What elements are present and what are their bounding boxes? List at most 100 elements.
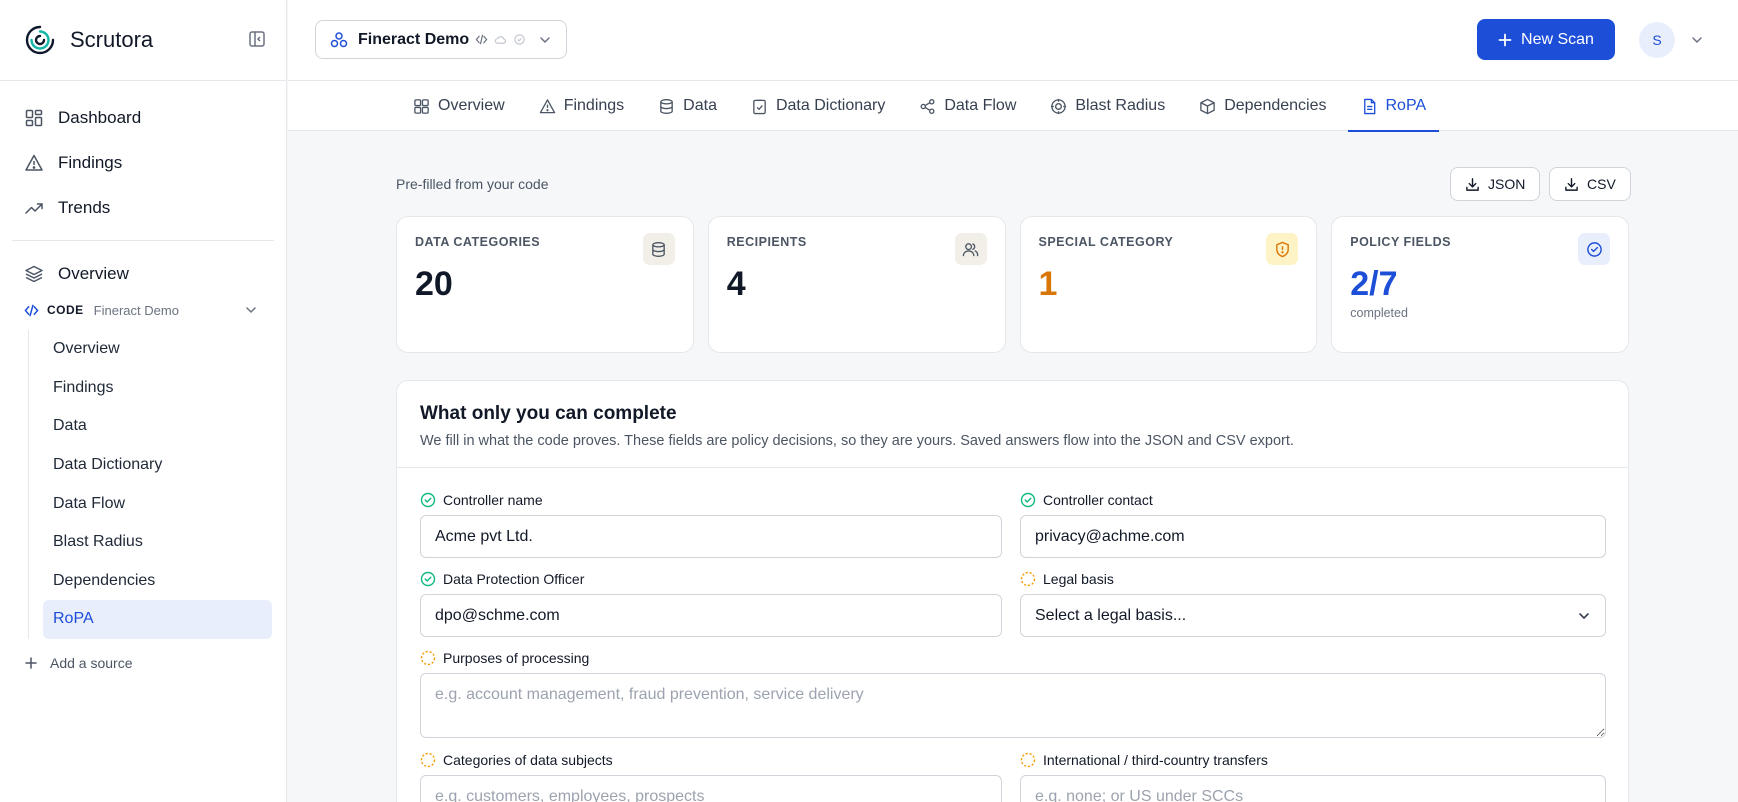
export-csv-label: CSV: [1587, 176, 1616, 192]
warning-icon: [25, 154, 43, 171]
stat-value: 4: [726, 265, 746, 303]
tab-label: Data Dictionary: [775, 97, 886, 114]
field-label: Purposes of processing: [420, 649, 1606, 667]
plus-icon: [1498, 33, 1512, 46]
nav-item-findings[interactable]: Findings: [12, 140, 274, 185]
stat-label: POLICY FIELDS: [1350, 235, 1451, 249]
sub-item-data-flow[interactable]: Data Flow: [43, 484, 272, 523]
add-source-button[interactable]: Add a source: [0, 645, 286, 681]
sub-item-label: Data Flow: [53, 494, 126, 512]
clipboard-check-icon: [753, 99, 766, 114]
legal-basis-select[interactable]: Select a legal basis...: [1020, 594, 1606, 637]
check-circle-icon: [420, 492, 436, 508]
stat-value: 2/7: [1350, 265, 1398, 303]
target-icon: [1051, 98, 1067, 114]
sub-item-data-dictionary[interactable]: Data Dictionary: [43, 446, 272, 485]
stat-label: RECIPIENTS: [726, 235, 807, 249]
controller-name-input[interactable]: [420, 515, 1002, 558]
primary-nav: Dashboard Findings Trends: [0, 81, 286, 230]
tab-ropa[interactable]: RoPA: [1347, 81, 1440, 132]
stat-icon-box: [642, 233, 675, 265]
tab-data-flow[interactable]: Data Flow: [906, 81, 1029, 131]
document-icon: [1363, 98, 1375, 114]
sub-item-label: Data Dictionary: [53, 456, 163, 474]
pending-circle-icon: [1020, 752, 1036, 768]
field-label: Data Protection Officer: [420, 570, 1002, 588]
tab-dependencies[interactable]: Dependencies: [1186, 81, 1339, 131]
download-icon: [1466, 177, 1479, 191]
sub-item-label: RoPA: [53, 610, 94, 628]
check-circle-icon: [1020, 492, 1036, 508]
tab-blast-radius[interactable]: Blast Radius: [1037, 81, 1178, 131]
prefill-note: Pre-filled from your code: [396, 176, 549, 192]
chevron-down-icon[interactable]: [1690, 33, 1704, 47]
field-label: Categories of data subjects: [420, 751, 1002, 769]
sub-item-findings[interactable]: Findings: [43, 369, 272, 408]
dpo-input[interactable]: [420, 594, 1002, 637]
project-selector[interactable]: Fineract Demo: [315, 20, 568, 59]
field-transfers: International / third-country transfers: [1020, 751, 1606, 802]
sidebar: Scrutora Dashboard Findings Trends Overv…: [0, 0, 287, 802]
code-sub-nav: Overview Findings Data Data Dictionary D…: [28, 330, 272, 639]
sub-item-label: Data: [53, 417, 87, 435]
stat-card-special-category: SPECIAL CATEGORY 1: [1019, 216, 1318, 353]
sub-item-ropa[interactable]: RoPA: [43, 600, 272, 639]
new-scan-button[interactable]: New Scan: [1477, 19, 1615, 60]
field-purposes: Purposes of processing: [420, 649, 1606, 738]
sub-item-label: Dependencies: [53, 571, 156, 589]
shield-icon: [514, 34, 525, 45]
chevron-down-icon: [1579, 613, 1589, 620]
tab-label: Overview: [438, 97, 505, 114]
brand-name: Scrutora: [70, 27, 154, 52]
grid-icon: [414, 98, 429, 114]
field-controller-contact: Controller contact: [1020, 491, 1606, 558]
sub-item-dependencies[interactable]: Dependencies: [43, 562, 272, 601]
brand: Scrutora: [0, 0, 286, 81]
download-icon: [1565, 177, 1578, 191]
field-label: Controller contact: [1020, 491, 1606, 509]
export-json-button[interactable]: JSON: [1450, 167, 1541, 201]
field-label-text: Data Protection Officer: [443, 571, 585, 587]
trending-up-icon: [25, 202, 43, 214]
project-name: Fineract Demo: [358, 30, 470, 48]
tab-findings[interactable]: Findings: [526, 81, 637, 131]
shield-alert-icon: [1275, 241, 1289, 257]
top-header: Fineract Demo New Scan S: [288, 0, 1738, 81]
new-scan-label: New Scan: [1521, 30, 1594, 48]
field-dpo: Data Protection Officer: [420, 570, 1002, 637]
field-label: Controller name: [420, 491, 1002, 509]
code-section-project: Fineract Demo: [93, 302, 179, 318]
avatar-initial: S: [1652, 32, 1662, 48]
user-avatar[interactable]: S: [1639, 22, 1675, 58]
export-csv-button[interactable]: CSV: [1549, 167, 1631, 201]
share-icon: [920, 98, 935, 114]
data-subjects-input[interactable]: [420, 775, 1002, 802]
nav-item-dashboard[interactable]: Dashboard: [12, 95, 274, 140]
database-icon: [652, 241, 666, 257]
sub-item-overview[interactable]: Overview: [43, 330, 272, 369]
purposes-textarea[interactable]: [420, 673, 1606, 738]
field-legal-basis: Legal basis Select a legal basis...: [1020, 570, 1606, 637]
project-nodes-icon: [330, 31, 348, 47]
form-description: We fill in what the code proves. These f…: [420, 433, 1294, 449]
stat-label: DATA CATEGORIES: [415, 235, 541, 249]
stat-label: SPECIAL CATEGORY: [1038, 235, 1174, 249]
form-header: What only you can complete We fill in wh…: [397, 381, 1628, 468]
stat-value: 1: [1038, 265, 1058, 303]
field-label-text: Controller name: [443, 492, 543, 508]
code-source-toggle[interactable]: CODE Fineract Demo: [0, 296, 286, 324]
tab-label: Dependencies: [1224, 97, 1327, 114]
nav-item-label: Findings: [58, 152, 123, 172]
nav-item-overview[interactable]: Overview: [12, 251, 274, 296]
sub-item-data[interactable]: Data: [43, 407, 272, 446]
sub-item-label: Overview: [53, 340, 120, 358]
tab-data[interactable]: Data: [645, 81, 730, 131]
nav-item-trends[interactable]: Trends: [12, 185, 274, 230]
tab-overview[interactable]: Overview: [400, 81, 518, 131]
collapse-sidebar-icon[interactable]: [248, 30, 266, 48]
sub-item-blast-radius[interactable]: Blast Radius: [43, 523, 272, 562]
controller-contact-input[interactable]: [1020, 515, 1606, 558]
policy-form-card: What only you can complete We fill in wh…: [396, 380, 1629, 802]
transfers-input[interactable]: [1020, 775, 1606, 802]
tab-data-dictionary[interactable]: Data Dictionary: [738, 81, 898, 131]
